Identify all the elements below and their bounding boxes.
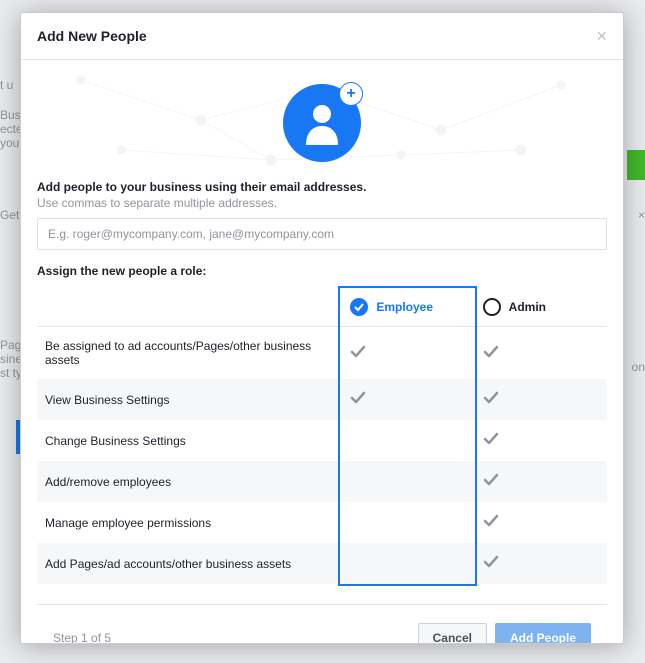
- radio-selected-icon: [350, 298, 368, 316]
- employee-cell: [342, 379, 474, 420]
- table-row: Add Pages/ad accounts/other business ass…: [37, 543, 607, 584]
- check-icon: [483, 473, 499, 490]
- modal-body: + Add people to your business using thei…: [21, 60, 623, 643]
- admin-label: Admin: [509, 300, 546, 314]
- check-icon: [483, 345, 499, 362]
- table-row: Change Business Settings: [37, 420, 607, 461]
- table-row: Be assigned to ad accounts/Pages/other b…: [37, 327, 607, 380]
- employee-cell: [342, 502, 474, 543]
- check-icon: [350, 345, 366, 362]
- employee-cell: [342, 327, 474, 380]
- step-indicator: Step 1 of 5: [53, 631, 111, 643]
- employee-label: Employee: [376, 300, 433, 314]
- admin-cell: [475, 502, 607, 543]
- modal-title: Add New People: [37, 28, 147, 44]
- admin-cell: [475, 420, 607, 461]
- table-row: Manage employee permissions: [37, 502, 607, 543]
- check-icon: [483, 432, 499, 449]
- modal-header: Add New People ×: [21, 13, 623, 60]
- permission-label: Change Business Settings: [37, 420, 342, 461]
- admin-cell: [475, 461, 607, 502]
- modal-footer: Step 1 of 5 Cancel Add People: [37, 611, 607, 643]
- role-column-admin[interactable]: Admin: [475, 288, 607, 327]
- employee-cell: [342, 461, 474, 502]
- add-people-button[interactable]: Add People: [495, 623, 591, 643]
- table-row: Add/remove employees: [37, 461, 607, 502]
- close-icon[interactable]: ×: [596, 27, 607, 45]
- employee-cell: [342, 420, 474, 461]
- check-icon: [483, 514, 499, 531]
- check-icon: [483, 555, 499, 572]
- permission-label: View Business Settings: [37, 379, 342, 420]
- instruction-title: Add people to your business using their …: [37, 180, 607, 194]
- table-row: View Business Settings: [37, 379, 607, 420]
- email-input[interactable]: [37, 218, 607, 250]
- check-icon: [483, 391, 499, 408]
- cancel-button[interactable]: Cancel: [418, 623, 487, 643]
- permission-label: Add/remove employees: [37, 461, 342, 502]
- permission-label: Manage employee permissions: [37, 502, 342, 543]
- permission-label: Add Pages/ad accounts/other business ass…: [37, 543, 342, 584]
- person-icon: +: [283, 84, 361, 162]
- employee-cell: [342, 543, 474, 584]
- permission-label: Be assigned to ad accounts/Pages/other b…: [37, 327, 342, 380]
- add-people-modal: Add New People × + Add people to your bu…: [20, 12, 624, 644]
- check-icon: [350, 391, 366, 408]
- admin-cell: [475, 327, 607, 380]
- plus-icon: +: [339, 82, 363, 106]
- admin-cell: [475, 379, 607, 420]
- instruction-subtitle: Use commas to separate multiple addresse…: [37, 196, 607, 210]
- radio-unselected-icon: [483, 298, 501, 316]
- assign-role-label: Assign the new people a role:: [37, 264, 607, 278]
- role-permissions-table: Employee Admin Be a: [37, 288, 607, 584]
- role-column-employee[interactable]: Employee: [342, 288, 474, 327]
- admin-cell: [475, 543, 607, 584]
